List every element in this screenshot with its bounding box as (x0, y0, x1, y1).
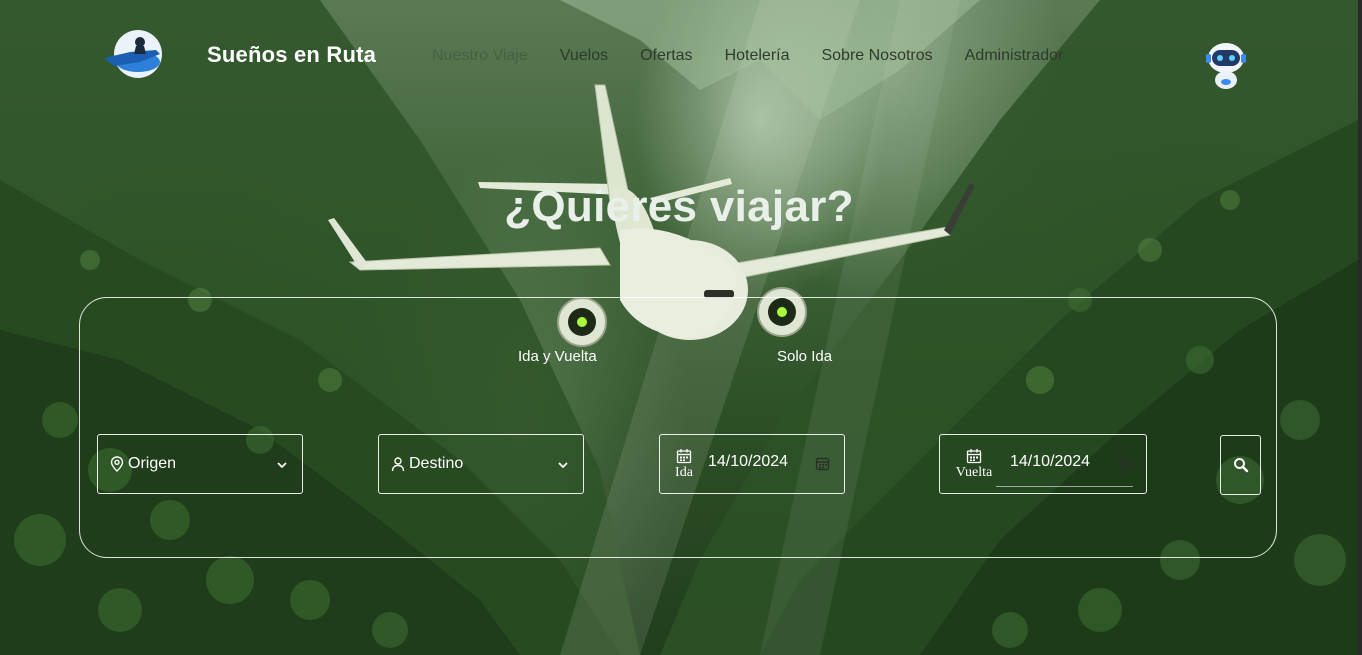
destination-label: Destino (409, 455, 464, 472)
map-pin-icon (110, 456, 124, 472)
search-button[interactable] (1220, 435, 1261, 495)
return-date-value[interactable]: 14/10/2024 (1010, 453, 1090, 471)
chevron-down-icon (557, 457, 569, 475)
nav-item-vuelos[interactable]: Vuelos (560, 47, 608, 65)
nav-item-administrador[interactable]: Administrador (965, 47, 1064, 65)
return-caption: Vuelta (955, 464, 993, 480)
hero-title: ¿Quieres viajar? (504, 182, 854, 231)
user-icon (391, 456, 405, 472)
window-edge (1358, 0, 1362, 655)
chevron-down-icon (276, 457, 288, 475)
brand-name[interactable]: Sueños en Ruta (207, 42, 376, 68)
nav-item-sobre-nosotros[interactable]: Sobre Nosotros (821, 47, 932, 65)
trip-type-round-trip[interactable]: Ida y Vuelta (518, 348, 597, 365)
departure-caption-group: Ida (672, 448, 696, 481)
robot-icon (1206, 43, 1246, 89)
calendar-picker-icon[interactable] (815, 456, 830, 476)
calendar-picker-icon[interactable] (1117, 456, 1132, 476)
airplane-logo-icon (104, 30, 162, 78)
return-date-field[interactable]: Vuelta 14/10/2024 (939, 434, 1147, 494)
destination-select[interactable]: Destino (378, 434, 584, 494)
return-date-underline (996, 486, 1133, 487)
departure-date-value[interactable]: 14/10/2024 (708, 453, 788, 471)
search-icon (1233, 458, 1248, 473)
departure-caption: Ida (675, 464, 693, 480)
assistant-bot-avatar[interactable] (1200, 38, 1252, 92)
calendar-icon (966, 448, 982, 463)
calendar-icon (676, 448, 692, 463)
trip-type-one-way[interactable]: Solo Ida (777, 348, 832, 365)
nav-item-hoteleria[interactable]: Hotelería (725, 47, 790, 65)
origin-select[interactable]: Origen (97, 434, 303, 494)
return-caption-group: Vuelta (952, 448, 996, 481)
nav-item-nuestro-viaje[interactable]: Nuestro Viaje (432, 47, 528, 65)
flight-search-card (79, 297, 1277, 558)
nav-item-ofertas[interactable]: Ofertas (640, 47, 692, 65)
departure-date-field[interactable]: Ida 14/10/2024 (659, 434, 845, 494)
origin-label: Origen (128, 455, 177, 472)
main-navigation: Nuestro Viaje Vuelos Ofertas Hotelería S… (432, 47, 1095, 65)
brand-logo[interactable] (100, 28, 166, 80)
